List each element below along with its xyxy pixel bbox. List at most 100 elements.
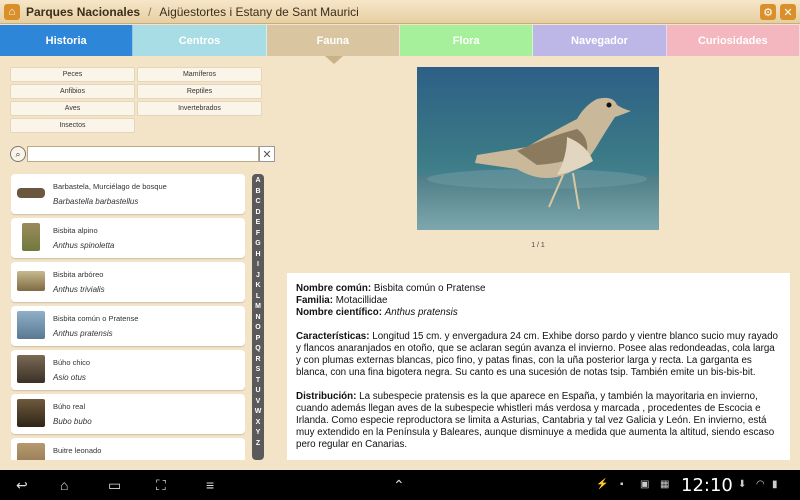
tab-centros[interactable]: Centros (133, 25, 267, 56)
tab-flora[interactable]: Flora (399, 25, 534, 56)
common-name-value: Bisbita común o Pratense (371, 283, 486, 294)
alphabet-letter[interactable]: B (255, 187, 260, 198)
alphabet-letter[interactable]: Q (255, 344, 260, 355)
alphabet-letter[interactable]: W (255, 407, 262, 418)
species-common-name: Bisbita arbóreo (53, 270, 104, 279)
chevron-up-icon[interactable]: ⌃ (393, 477, 405, 494)
scientific-name-value: Anthus pratensis (384, 307, 458, 318)
back-icon[interactable]: ↩ (16, 477, 28, 494)
settings-gear-icon[interactable]: ⚙ (760, 4, 776, 20)
meadow-pipit-photo (417, 67, 659, 230)
alphabet-letter[interactable]: G (255, 239, 260, 250)
alphabet-letter[interactable]: A (255, 176, 260, 187)
action-bar: ⌂ Parques Nacionales / Aigüestortes i Es… (0, 0, 800, 24)
category-aves[interactable]: Aves (10, 101, 135, 116)
species-scientific-name: Anthus trivialis (53, 285, 105, 294)
tab-label: Centros (178, 34, 221, 47)
family-value: Motacillidae (333, 295, 388, 306)
species-common-name: Buitre leonado (53, 446, 102, 455)
category-insectos[interactable]: Insectos (10, 118, 135, 133)
distribution-text: La subespecie pratensis es la que aparec… (296, 391, 775, 450)
alphabet-letter[interactable]: X (256, 418, 261, 429)
common-name-row: Nombre común: Bisbita común o Pratense (296, 283, 781, 295)
menu-icon[interactable]: ≡ (206, 477, 214, 493)
alphabet-letter[interactable]: C (255, 197, 260, 208)
list-item[interactable]: Buitre leonado (11, 438, 245, 460)
species-common-name: Búho real (53, 402, 86, 411)
species-scientific-name: Bubo bubo (53, 417, 92, 426)
alphabet-letter[interactable]: E (256, 218, 261, 229)
list-item[interactable]: Bisbita alpino Anthus spinoletta (11, 218, 245, 258)
species-scientific-name: Anthus pratensis (53, 329, 113, 338)
alphabet-letter[interactable]: R (255, 355, 260, 366)
alphabet-letter[interactable]: Z (256, 439, 260, 450)
alphabet-letter[interactable]: O (255, 323, 260, 334)
home-icon[interactable]: ⌂ (4, 3, 20, 20)
characteristics-paragraph: Características: Longitud 15 cm. y enver… (296, 331, 781, 379)
app-title[interactable]: Parques Nacionales (26, 5, 140, 19)
species-photo[interactable] (417, 67, 659, 230)
wifi-icon: ◠ (756, 479, 765, 490)
species-common-name: Bisbita común o Pratense (53, 314, 139, 323)
alphabet-index[interactable]: ABCDEFGHIJKLMNOPQRSTUVWXYZ (252, 174, 264, 460)
photo-pager: 1 / 1 (531, 242, 545, 249)
family-label: Familia: (296, 295, 334, 306)
list-item[interactable]: Bisbita arbóreo Anthus trivialis (11, 262, 245, 302)
list-item[interactable]: Búho chico Asio otus (11, 350, 245, 390)
alphabet-letter[interactable]: U (255, 386, 260, 397)
list-item[interactable]: Barbastela, Murciélago de bosque Barbast… (11, 174, 245, 214)
alphabet-letter[interactable]: F (256, 229, 260, 240)
notification-icon: ▪ (620, 479, 624, 490)
home-button-icon[interactable]: ⌂ (60, 477, 68, 493)
download-icon: ⬇ (738, 479, 747, 490)
alphabet-letter[interactable]: Y (256, 428, 261, 439)
scientific-name-label: Nombre científico: (296, 307, 383, 318)
tab-historia[interactable]: Historia (0, 25, 134, 56)
common-name-label: Nombre común: (296, 283, 372, 294)
alphabet-letter[interactable]: V (256, 397, 261, 408)
category-anfibios[interactable]: Anfibios (10, 84, 135, 99)
clear-search-icon[interactable]: ✕ (259, 146, 275, 162)
tab-navegador[interactable]: Navegador (533, 25, 667, 56)
distribution-label: Distribución: (296, 391, 357, 402)
alphabet-letter[interactable]: S (256, 365, 261, 376)
bird-thumbnail (17, 311, 45, 339)
system-nav-bar: ↩ ⌂ ▭ ⛶ ≡ ⌃ ⚡ ▪ ▣ ▦ 12:10 ⬇ ◠ ▮ (0, 470, 800, 500)
bat-thumbnail (17, 179, 45, 207)
tab-label: Navegador (571, 34, 628, 47)
alphabet-letter[interactable]: N (255, 313, 260, 324)
alphabet-letter[interactable]: D (255, 208, 260, 219)
alphabet-letter[interactable]: P (256, 334, 261, 345)
species-common-name: Barbastela, Murciélago de bosque (53, 182, 167, 191)
search-input[interactable] (27, 146, 259, 162)
alphabet-letter[interactable]: T (256, 376, 260, 387)
tab-label: Historia (45, 34, 87, 47)
list-item[interactable]: Búho real Bubo bubo (11, 394, 245, 434)
distribution-paragraph: Distribución: La subespecie pratensis es… (296, 391, 781, 451)
tab-label: Curiosidades (697, 34, 768, 47)
alphabet-letter[interactable]: J (256, 271, 260, 282)
tab-fauna[interactable]: Fauna (266, 25, 400, 56)
tab-curiosidades[interactable]: Curiosidades (666, 25, 800, 56)
list-item[interactable]: Bisbita común o Pratense Anthus pratensi… (11, 306, 245, 346)
screenshot-icon[interactable]: ⛶ (156, 477, 166, 494)
alphabet-letter[interactable]: I (257, 260, 259, 271)
section-tabs: Historia Centros Fauna Flora Navegador C… (0, 25, 800, 56)
close-icon[interactable]: ✕ (780, 4, 796, 20)
alphabet-letter[interactable]: H (255, 250, 260, 261)
species-description: Nombre común: Bisbita común o Pratense F… (287, 273, 790, 460)
recent-apps-icon[interactable]: ▭ (108, 477, 121, 494)
owl-thumbnail (17, 399, 45, 427)
search-icon[interactable]: ⌕ (10, 146, 26, 162)
family-row: Familia: Motacillidae (296, 295, 781, 307)
alphabet-letter[interactable]: K (255, 281, 260, 292)
category-peces[interactable]: Peces (10, 67, 135, 82)
category-mamiferos[interactable]: Mamíferos (137, 67, 262, 82)
category-invertebrados[interactable]: Invertebrados (137, 101, 262, 116)
active-tab-indicator (325, 56, 343, 64)
bird-thumbnail (17, 271, 45, 291)
alphabet-letter[interactable]: M (255, 302, 261, 313)
alphabet-letter[interactable]: L (256, 292, 260, 303)
category-reptiles[interactable]: Reptiles (137, 84, 262, 99)
scientific-name-row: Nombre científico: Anthus pratensis (296, 307, 781, 319)
